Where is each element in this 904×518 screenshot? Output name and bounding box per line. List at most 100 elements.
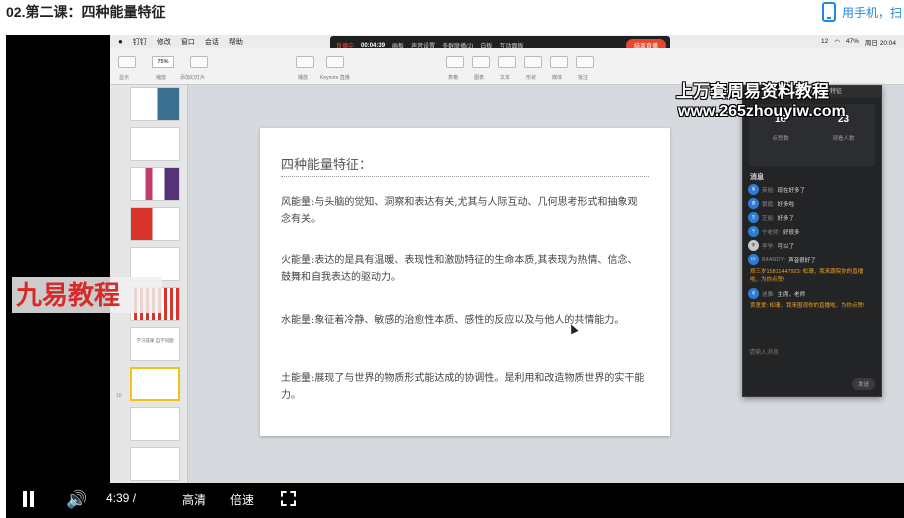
volume-icon[interactable]: 🔊 xyxy=(66,490,87,510)
watermark-title: 上万套周易资料教程 xyxy=(676,82,829,101)
video-player[interactable]: ● 钉钉 修改 窗口 会话 帮助 12 ◠ 47% 周日 20:04 直播中 0… xyxy=(6,35,904,518)
slide-thumbnail xyxy=(130,87,180,121)
play-button xyxy=(296,56,314,68)
status-item: 12 xyxy=(821,38,829,45)
sender-name: 银霞: xyxy=(762,201,775,208)
quality-button[interactable]: 高清 xyxy=(182,491,206,508)
shape-button xyxy=(524,56,542,68)
slide-paragraph: 土能量:展现了与世界的物质形式能达成的协调性。是利用和改造物质世界的实干能力。 xyxy=(281,373,645,401)
avatar: 宁 xyxy=(748,226,759,237)
menu-item: 修改 xyxy=(156,38,171,46)
sender-name: B4ANDY: xyxy=(762,256,786,263)
system-notice: 贾意爱: 松珊，我来围观你的直播啦，为你点赞! xyxy=(750,303,865,309)
toolbar-label: 播放 xyxy=(298,75,309,81)
message-text: 主席，老师 xyxy=(777,291,806,298)
avatar: 银 xyxy=(748,198,759,209)
chart-button xyxy=(472,56,490,68)
message-text: 好多了 xyxy=(777,215,795,222)
message-list: 老 迷雅: 主席，老师 xyxy=(743,288,881,299)
player-controls: 🔊 4:39 / 高清 倍速 xyxy=(6,483,296,518)
sender-name: 宁老师: xyxy=(762,229,781,236)
message-text: 好多啦 xyxy=(777,201,795,208)
menu-item: 窗口 xyxy=(180,38,195,46)
avatar: 芝 xyxy=(748,212,759,223)
sender-name: 李学: xyxy=(762,243,775,250)
message-text: 声音很好了 xyxy=(788,257,816,264)
sender-name: 英姐: xyxy=(762,187,775,194)
toolbar-label: Keynote 直播 xyxy=(320,75,350,81)
menubar-status: 12 ◠ 47% 周日 20:04 xyxy=(821,35,896,48)
list-item: 英 英姐: 现在好多了 xyxy=(748,184,876,195)
slide-heading: 四种能量特征： xyxy=(281,158,373,173)
message-text: 好很多 xyxy=(783,229,800,236)
watermark-url: www.265zhouyiw.com xyxy=(678,103,846,120)
keynote-live-button xyxy=(326,56,344,68)
view-on-phone-link[interactable]: 用手机，扫 xyxy=(821,0,902,24)
send-button: 发送 xyxy=(851,378,875,390)
list-item: 芝 芝姐: 好多了 xyxy=(748,212,876,223)
toolbar-label: 文本 xyxy=(500,75,511,81)
slide-paragraph: 水能量:象征着冷静、敏感的治愈性本质、感性的反应以及与他人的共情能力。 xyxy=(281,315,625,326)
list-item: 老 迷雅: 主席，老师 xyxy=(748,288,876,299)
avatar: 英 xyxy=(748,184,759,195)
sender-name: 迷雅: xyxy=(762,291,775,298)
battery-label: 47% xyxy=(845,38,859,45)
playback-time: 4:39 / xyxy=(106,491,137,505)
zoom-select: 75% xyxy=(152,56,174,68)
avatar: 李 xyxy=(748,240,759,251)
message-text: 现在好多了 xyxy=(777,187,806,194)
clock-label: 周日 20:04 xyxy=(864,39,896,47)
wifi-icon: ◠ xyxy=(834,38,840,46)
menu-item: 会话 xyxy=(204,38,219,46)
sender-name: 芝姐: xyxy=(762,215,775,222)
slide-paragraph: 火能量:表达的是具有温暖、表现性和激励特征的生命本质,其表现为热情、信念、鼓舞和… xyxy=(281,255,638,283)
list-item: 李 李学: 可以了 xyxy=(748,240,876,251)
slide-thumbnail xyxy=(130,447,180,481)
slide-thumbnail xyxy=(130,247,180,281)
live-stats-panel: 第二课：四种能量特征 16 点赞数 23 观看人数 消息 英 英姐: 现在好多了 xyxy=(742,85,882,397)
slide-thumbnail-active xyxy=(130,367,180,401)
list-item: 银 银霞: 好多啦 xyxy=(748,198,876,209)
phone-link-label: 用手机，扫 xyxy=(841,5,902,20)
slide-thumbnail xyxy=(130,207,180,241)
apple-icon: ● xyxy=(118,37,123,46)
slide-thumbnail xyxy=(130,127,180,161)
phone-icon xyxy=(821,2,836,22)
add-slide-button xyxy=(190,56,208,68)
likes-label: 点赞数 xyxy=(772,136,789,142)
menu-item: 钉钉 xyxy=(132,38,147,46)
page-title: 02.第二课：四种能量特征 xyxy=(6,4,166,20)
toolbar-label: 添加幻灯片 xyxy=(180,75,206,81)
watermark-logo: 九易教程 xyxy=(12,277,162,313)
messages-heading: 消息 xyxy=(750,174,764,181)
divider xyxy=(281,176,649,177)
toolbar-label: 显示 xyxy=(119,75,130,81)
toolbar-label: 缩放 xyxy=(156,75,167,81)
media-button xyxy=(550,56,568,68)
list-item: DY B4ANDY: 声音很好了 xyxy=(748,254,876,265)
text-button xyxy=(498,56,516,68)
system-notice: 郑三岁15811447923: 松珊，我来跟院你的直播啦，为你点赞! xyxy=(750,269,864,283)
avatar: DY xyxy=(748,254,759,265)
toolbar-label: 形状 xyxy=(526,75,537,81)
menu-item: 帮助 xyxy=(228,38,243,46)
toolbar-label: 媒体 xyxy=(552,75,563,81)
slide: 四种能量特征： 风能量:与头脑的觉知、洞察和表达有关,尤其与人际互动、几何思考形… xyxy=(260,128,670,436)
fullscreen-icon[interactable] xyxy=(281,491,296,506)
toolbar-label: 表格 xyxy=(448,75,459,81)
slide-thumbnail: 学习成果 自学问题 xyxy=(130,327,180,361)
slide-paragraph: 风能量:与头脑的觉知、洞察和表达有关,尤其与人际互动、几何思考形式和抽象观念有关… xyxy=(281,197,638,225)
toolbar-label: 批注 xyxy=(578,75,589,81)
chat-input: 请输入消息 xyxy=(749,350,780,356)
avatar: 老 xyxy=(748,288,759,299)
pause-icon[interactable] xyxy=(22,491,36,507)
viewers-label: 观看人数 xyxy=(832,136,855,142)
view-button xyxy=(118,56,136,68)
table-button xyxy=(446,56,464,68)
slide-number: 10 xyxy=(116,393,122,399)
message-text: 可以了 xyxy=(777,243,795,250)
slide-thumbnail xyxy=(130,407,180,441)
toolbar-label: 图表 xyxy=(474,75,485,81)
speed-button[interactable]: 倍速 xyxy=(230,491,254,508)
message-list: 英 英姐: 现在好多了 银 银霞: 好多啦 芝 芝姐: 好多了 宁 宁老师: 好… xyxy=(743,184,881,265)
